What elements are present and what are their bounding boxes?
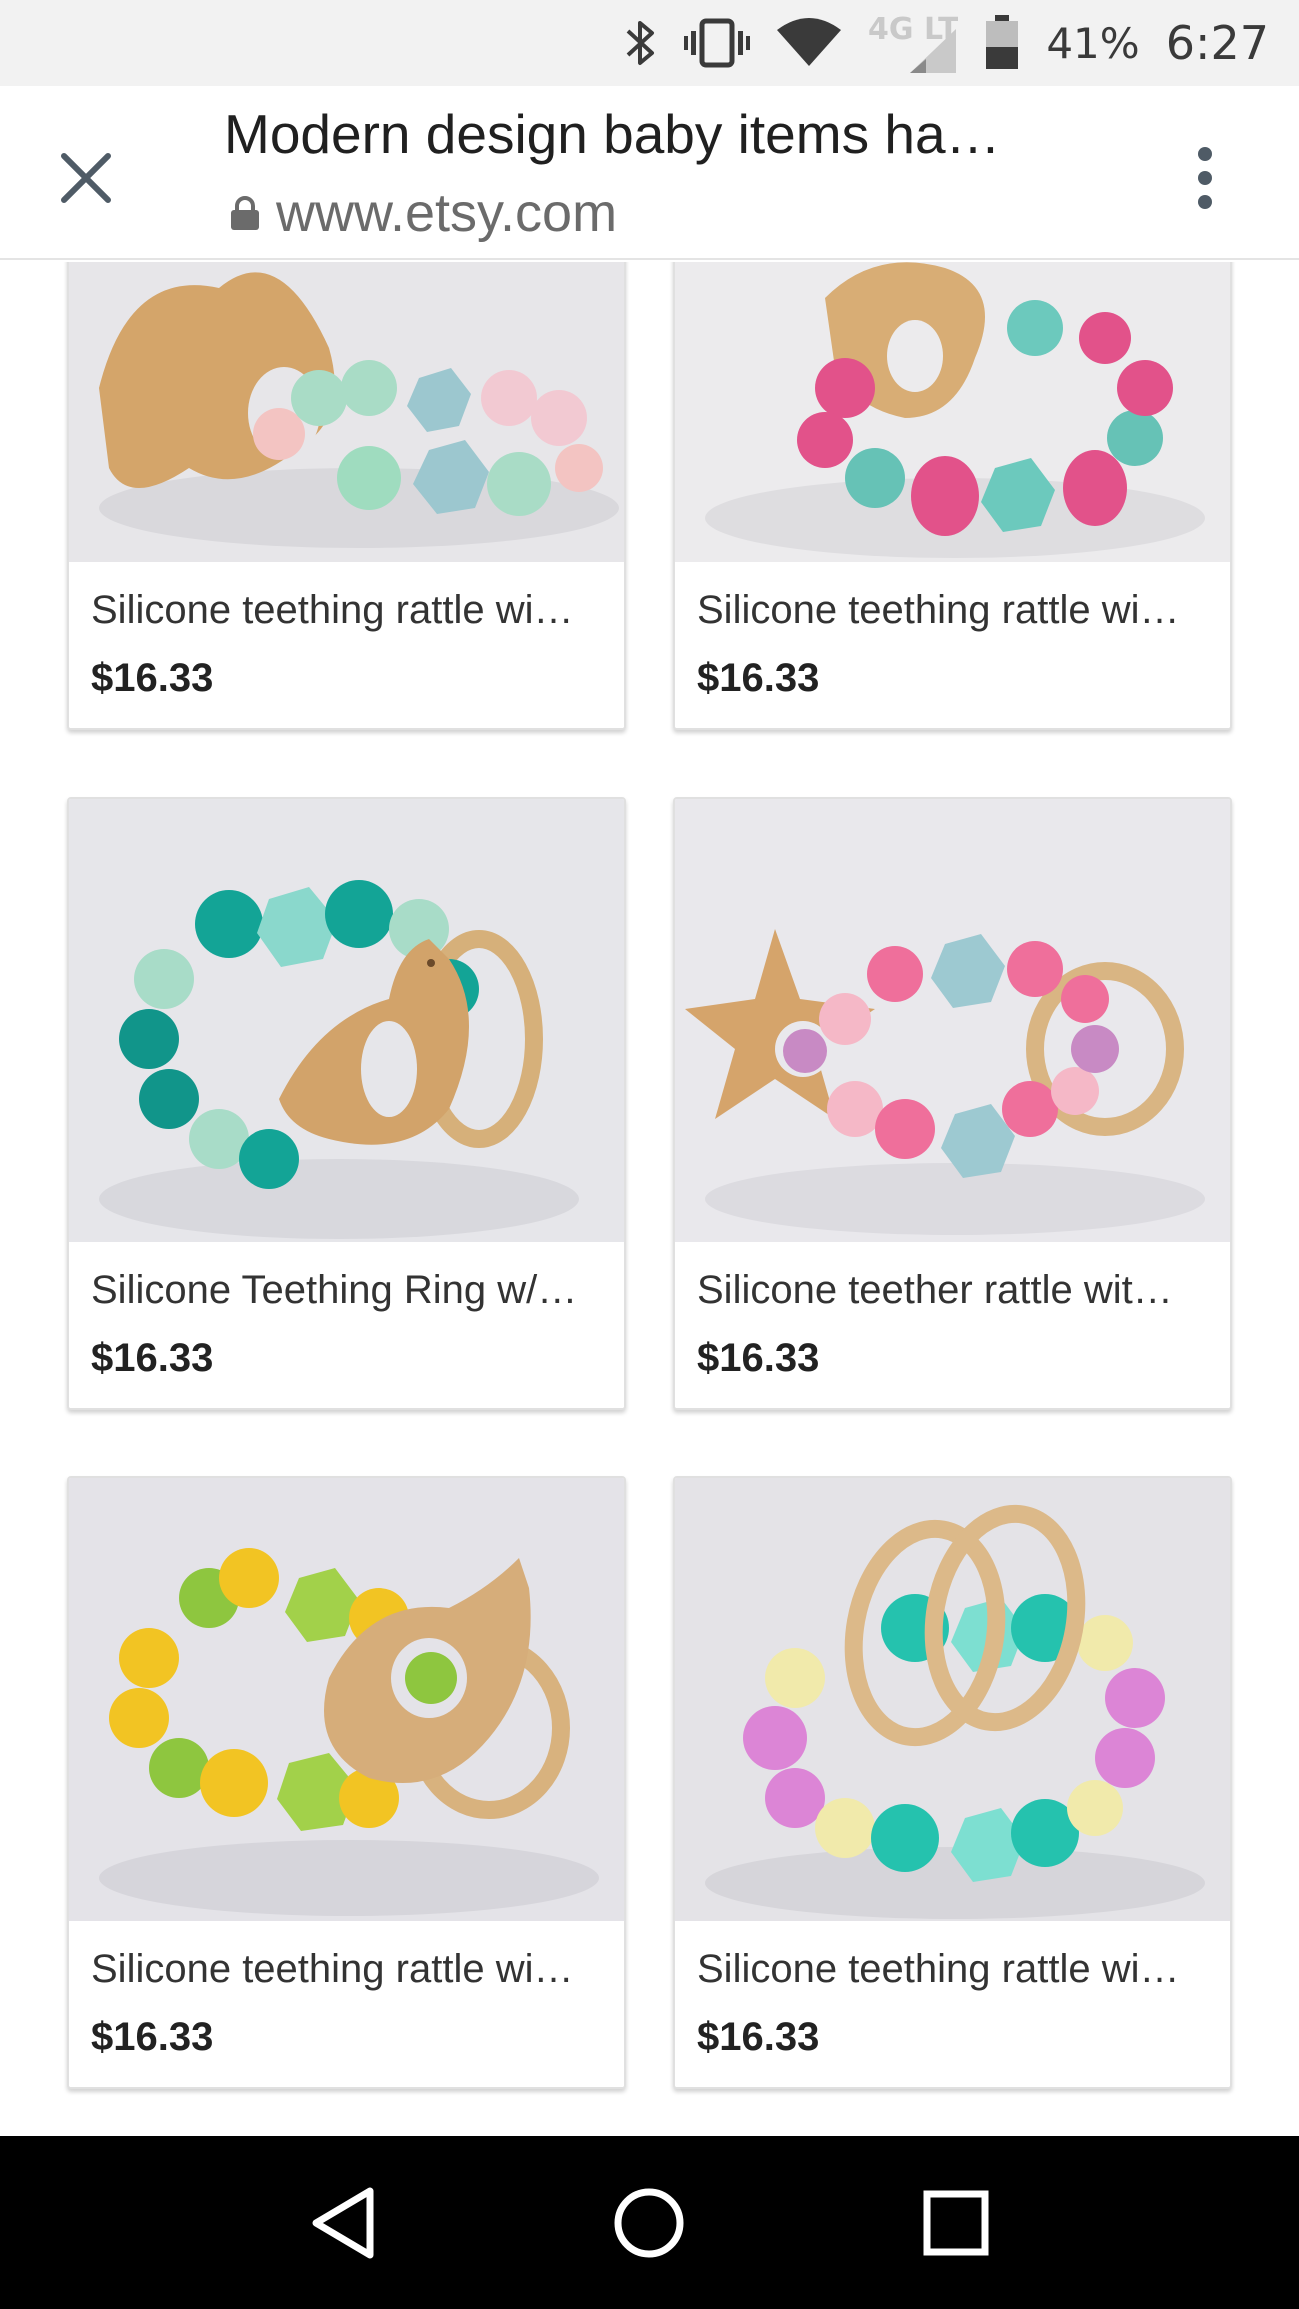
back-button[interactable] — [288, 2168, 398, 2278]
product-info: Silicone Teething Ring w/… $16.33 — [69, 1242, 624, 1408]
product-card[interactable]: Silicone teething rattle wi… $16.33 — [67, 262, 626, 730]
product-name: Silicone teething rattle wi… — [697, 588, 1180, 632]
vibrate-icon — [684, 17, 751, 69]
home-icon — [614, 2188, 684, 2257]
product-image — [675, 1478, 1230, 1921]
back-icon — [312, 2187, 374, 2258]
product-info: Silicone teething rattle wi… $16.33 — [675, 1921, 1230, 2087]
lock-icon — [231, 196, 259, 230]
product-price: $16.33 — [697, 1336, 820, 1380]
product-info: Silicone teething rattle wi… $16.33 — [675, 562, 1230, 728]
product-card[interactable]: Silicone teething rattle wi… $16.33 — [67, 1476, 626, 2089]
product-price: $16.33 — [91, 2015, 214, 2059]
product-name: Silicone teether rattle wit… — [697, 1268, 1173, 1312]
product-price: $16.33 — [91, 1336, 214, 1380]
home-button[interactable] — [594, 2168, 704, 2278]
system-nav-bar — [0, 2136, 1299, 2309]
battery-icon — [984, 15, 1020, 71]
product-name: Silicone teething rattle wi… — [697, 1947, 1180, 1991]
product-image — [675, 262, 1230, 562]
product-image — [69, 799, 624, 1242]
product-name: Silicone teething rattle wi… — [91, 1947, 574, 1991]
recents-button[interactable] — [901, 2168, 1011, 2278]
product-name: Silicone Teething Ring w/… — [91, 1268, 578, 1312]
product-name: Silicone teething rattle wi… — [91, 588, 574, 632]
product-image — [69, 262, 624, 562]
custom-tab-toolbar: Modern design baby items ha… www.etsy.co… — [0, 86, 1299, 260]
product-info: Silicone teething rattle wi… $16.33 — [69, 562, 624, 728]
product-card[interactable]: Silicone teething rattle wi… $16.33 — [673, 262, 1232, 730]
product-price: $16.33 — [697, 2015, 820, 2059]
product-price: $16.33 — [91, 656, 214, 700]
battery-percentage: 41% — [1046, 18, 1140, 68]
recents-icon — [923, 2190, 989, 2255]
clock: 6:27 — [1165, 16, 1269, 70]
url-bar[interactable]: www.etsy.com — [228, 182, 617, 244]
wifi-icon — [776, 18, 842, 68]
product-card[interactable]: Silicone teething rattle wi… $16.33 — [673, 1476, 1232, 2089]
close-button[interactable] — [46, 138, 126, 218]
more-options-button[interactable] — [1180, 138, 1230, 218]
product-grid: Silicone teething rattle wi… $16.33 Sili… — [0, 262, 1299, 2136]
url-text: www.etsy.com — [276, 183, 618, 243]
product-card[interactable]: Silicone teether rattle wit… $16.33 — [673, 797, 1232, 1410]
product-card[interactable]: Silicone Teething Ring w/… $16.33 — [67, 797, 626, 1410]
product-info: Silicone teether rattle wit… $16.33 — [675, 1242, 1230, 1408]
product-info: Silicone teething rattle wi… $16.33 — [69, 1921, 624, 2087]
signal-icon: 4G LTE — [868, 11, 958, 75]
page-title: Modern design baby items ha… — [224, 103, 1001, 165]
status-bar: 4G LTE 41% 6:27 — [0, 0, 1299, 86]
more-vert-icon — [1198, 147, 1212, 209]
product-price: $16.33 — [697, 656, 820, 700]
product-image — [69, 1478, 624, 1921]
bluetooth-icon — [624, 17, 658, 69]
close-icon — [61, 153, 111, 203]
product-image — [675, 799, 1230, 1242]
